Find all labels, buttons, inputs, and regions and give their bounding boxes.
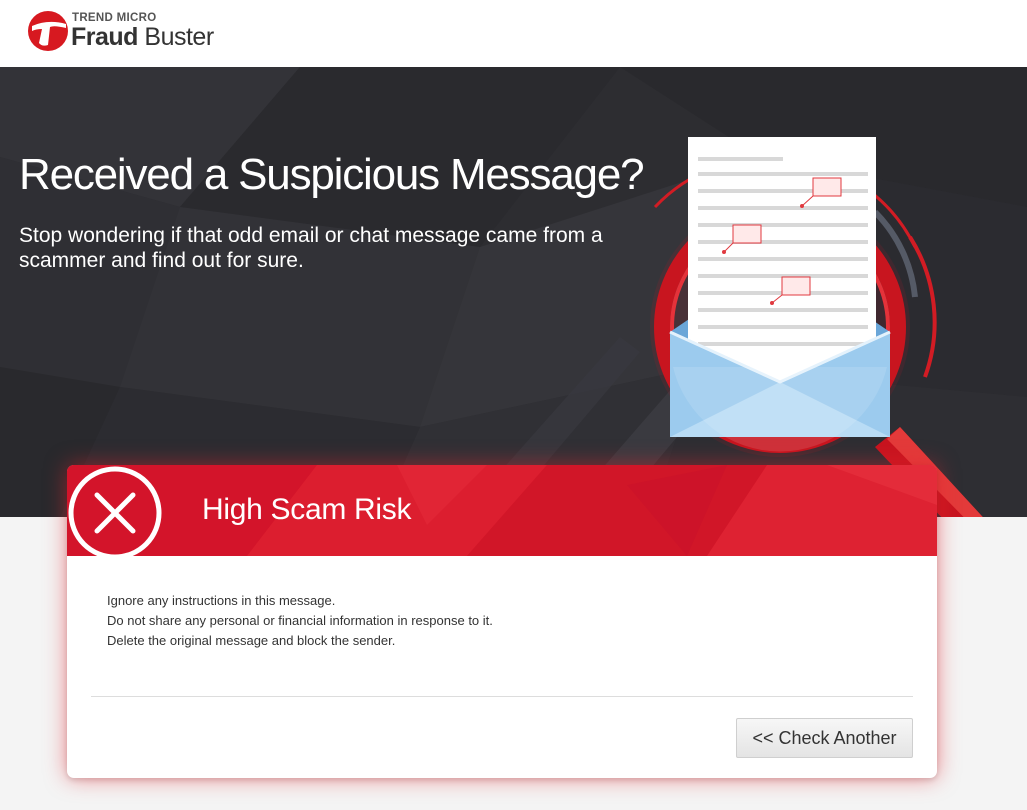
- risk-title: High Scam Risk: [202, 493, 412, 526]
- top-bar: TREND MICRO Fraud Buster: [0, 0, 1027, 67]
- result-header-pattern: [67, 465, 937, 556]
- hero-subtitle: Stop wondering if that odd email or chat…: [19, 224, 603, 272]
- brand-product-bold: Fraud: [71, 23, 138, 51]
- advice-item: Delete the original message and block th…: [107, 633, 396, 648]
- magnifier-envelope-illustration: [650, 137, 983, 517]
- check-another-button[interactable]: << Check Another: [736, 718, 913, 758]
- hero-title: Received a Suspicious Message?: [19, 150, 645, 199]
- result-card: High Scam Risk Ignore any instructions i…: [67, 465, 937, 778]
- advice-item: Do not share any personal or financial i…: [107, 613, 493, 628]
- advice-item: Ignore any instructions in this message.: [107, 593, 336, 608]
- brand-product: Fraud Buster: [71, 23, 214, 52]
- advice-list: Ignore any instructions in this message.…: [107, 591, 493, 651]
- hero-banner: Received a Suspicious Message? Stop wond…: [0, 67, 1027, 517]
- trend-micro-logo-icon: [28, 11, 68, 51]
- brand-product-rest: Buster: [137, 23, 214, 51]
- x-circle-icon: [68, 466, 162, 556]
- divider: [91, 696, 913, 697]
- logo[interactable]: TREND MICRO Fraud Buster: [26, 9, 216, 57]
- result-header: High Scam Risk: [67, 465, 937, 556]
